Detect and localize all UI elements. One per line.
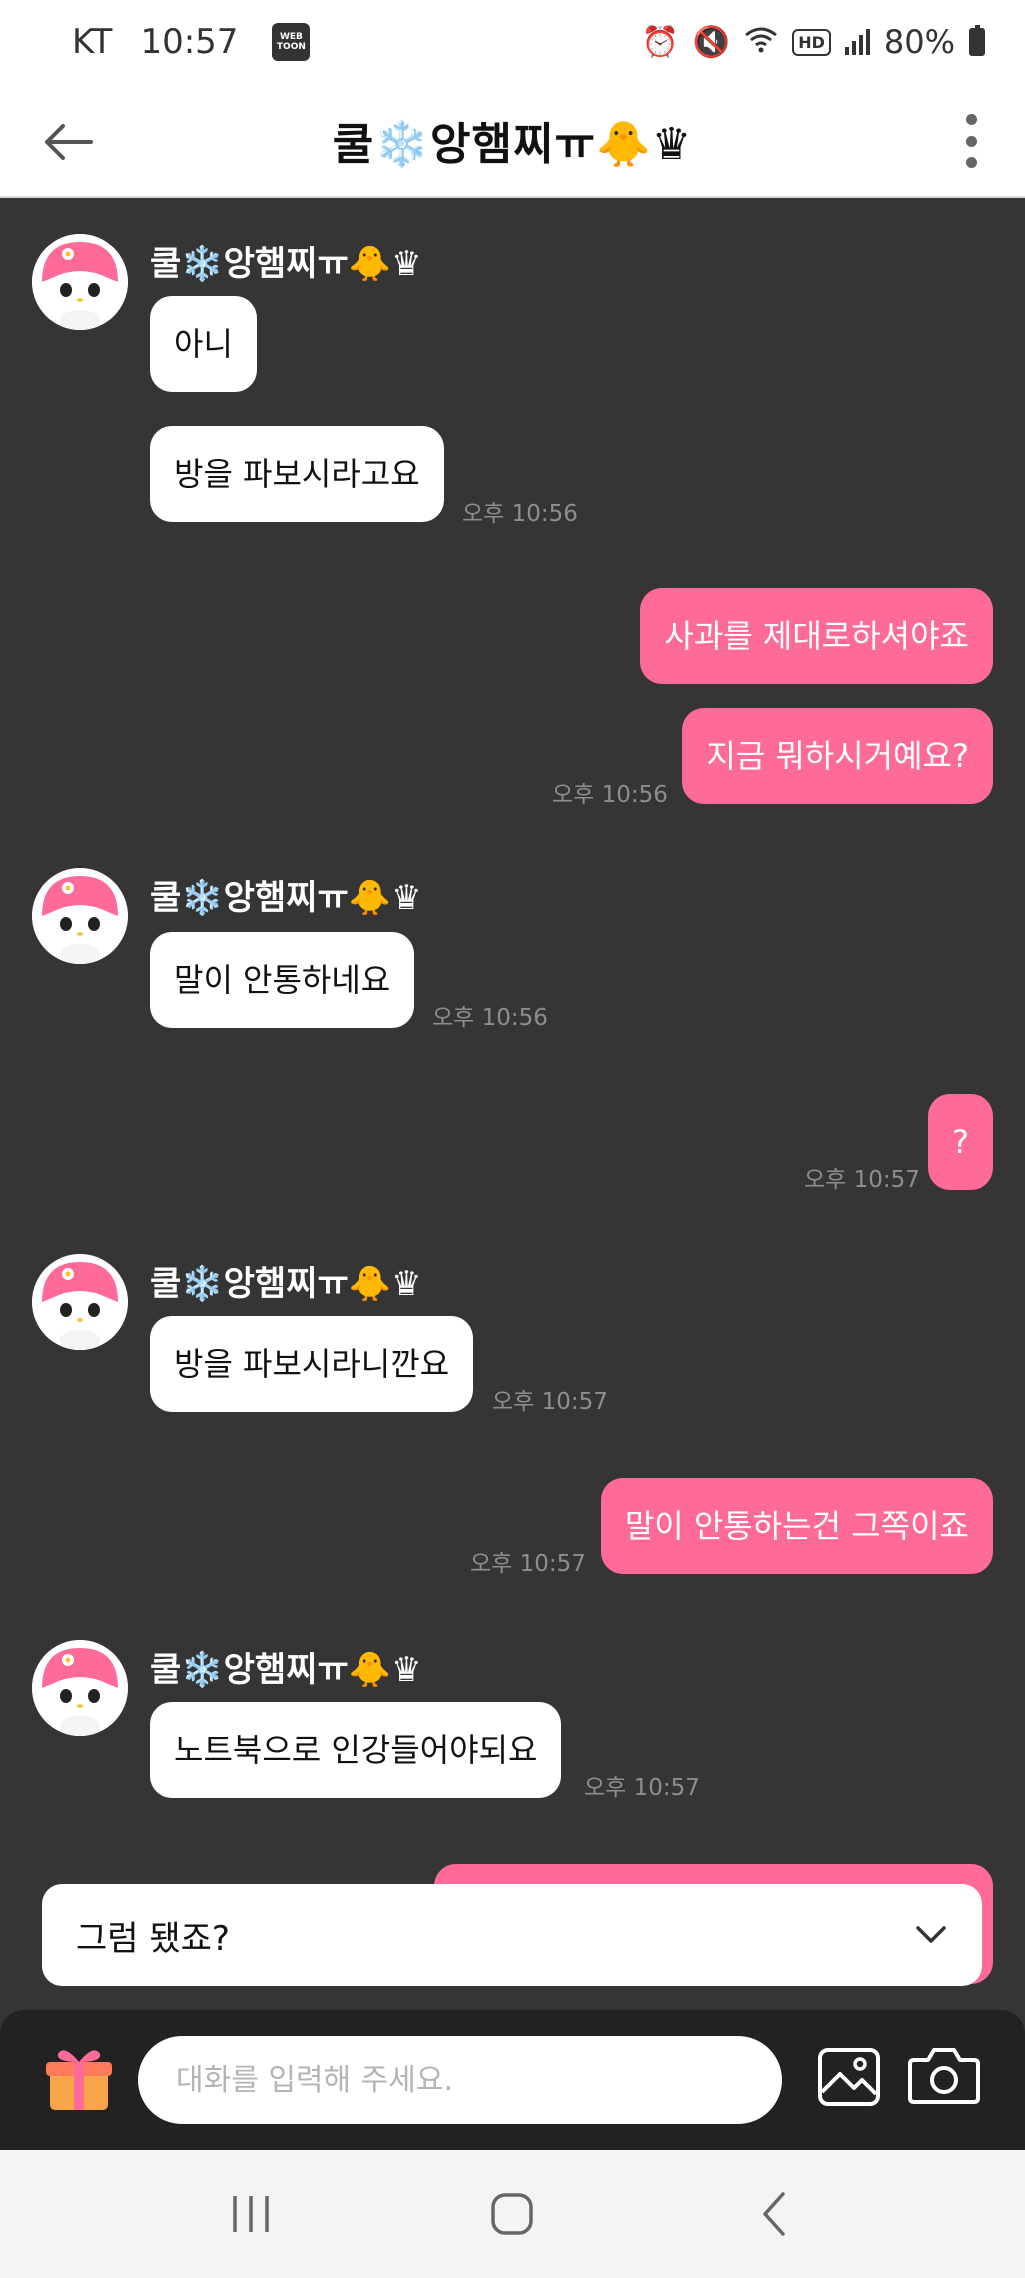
image-button[interactable] [816, 2046, 882, 2108]
gift-button[interactable] [44, 2044, 114, 2114]
mute-icon: 🔇 [692, 24, 731, 60]
battery-icon [969, 25, 985, 56]
message-time: 오후 10:57 [492, 1389, 608, 1415]
message-bubble-incoming[interactable]: 방을 파보시라니깐요 [150, 1316, 474, 1412]
suggestion-text: 그럼 됐죠? [76, 1918, 230, 1959]
image-icon [818, 2048, 880, 2106]
camera-button[interactable] [908, 2044, 980, 2106]
back-nav-button[interactable] [739, 2179, 809, 2249]
back-nav-icon [763, 2192, 785, 2236]
message-bubble-outgoing[interactable]: 말이 안통하는건 그쪽이죠 [600, 1478, 993, 1574]
recent-apps-button[interactable] [216, 2179, 286, 2249]
alarm-icon: ⏰ [641, 24, 679, 60]
avatar[interactable] [32, 234, 128, 330]
sender-name: 쿨❄️앙햄찌ㅠ🐥♛ [150, 244, 422, 284]
wifi-icon [744, 23, 778, 61]
avatar[interactable] [32, 868, 128, 964]
message-bubble-outgoing[interactable]: 지금 뭐하시거예요? [682, 708, 993, 804]
message-bubble-incoming[interactable]: 방을 파보시라고요 [150, 426, 444, 522]
message-time: 오후 10:57 [584, 1775, 700, 1801]
gift-icon [46, 2050, 112, 2110]
chevron-down-icon[interactable] [914, 1918, 948, 1952]
message-time: 오후 10:57 [804, 1167, 920, 1193]
back-arrow-icon [45, 124, 93, 160]
message-time: 오후 10:57 [470, 1551, 586, 1577]
more-vertical-icon [965, 114, 977, 125]
home-button[interactable] [477, 2179, 547, 2249]
status-time: 10:57 [140, 22, 239, 62]
avatar[interactable] [32, 1254, 128, 1350]
message-bubble-incoming[interactable]: 아니 [150, 296, 257, 392]
camera-icon [908, 2048, 980, 2104]
message-time: 오후 10:56 [552, 782, 668, 808]
webtoon-badge-bottom: TOON [276, 42, 306, 52]
sender-name: 쿨❄️앙햄찌ㅠ🐥♛ [150, 1650, 422, 1690]
message-bubble-outgoing[interactable]: ? [928, 1094, 993, 1190]
message-input[interactable] [138, 2036, 782, 2124]
message-bubble-outgoing[interactable]: 사과를 제대로하셔야죠 [640, 588, 993, 684]
webtoon-notification-icon: WEB TOON [272, 23, 311, 61]
more-options-button[interactable] [951, 108, 991, 174]
home-icon [491, 2193, 534, 2235]
quick-reply-suggestion[interactable]: 그럼 됐죠? [42, 1884, 982, 1986]
chat-title: 쿨❄️앙햄찌ㅠ🐥♛ [332, 119, 693, 170]
back-button[interactable] [38, 114, 98, 170]
hd-voice-icon: HD [792, 28, 831, 56]
chat-header: 쿨❄️앙햄찌ㅠ🐥♛ [0, 84, 1025, 198]
avatar[interactable] [32, 1640, 128, 1736]
chat-messages[interactable]: 쿨❄️앙햄찌ㅠ🐥♛ 아니 방을 파보시라고요 오후 10:56 사과를 제대로하… [0, 200, 1025, 2010]
sender-name: 쿨❄️앙햄찌ㅠ🐥♛ [150, 1264, 422, 1304]
status-bar: KT 10:57 WEB TOON ⏰ 🔇 HD 80% [0, 0, 1025, 84]
battery-percent: 80% [883, 23, 955, 61]
message-composer [0, 2010, 1025, 2150]
message-bubble-incoming[interactable]: 말이 안통하네요 [150, 932, 415, 1028]
webtoon-badge-top: WEB [279, 32, 303, 42]
message-bubble-incoming[interactable]: 노트북으로 인강들어야되요 [150, 1702, 562, 1798]
signal-icon [844, 29, 870, 55]
system-navigation-bar [0, 2150, 1025, 2278]
carrier-label: KT [72, 22, 113, 62]
message-time: 오후 10:56 [432, 1005, 548, 1031]
sender-name: 쿨❄️앙햄찌ㅠ🐥♛ [150, 878, 422, 918]
recent-apps-icon [233, 2196, 269, 2232]
message-time: 오후 10:56 [462, 501, 578, 527]
